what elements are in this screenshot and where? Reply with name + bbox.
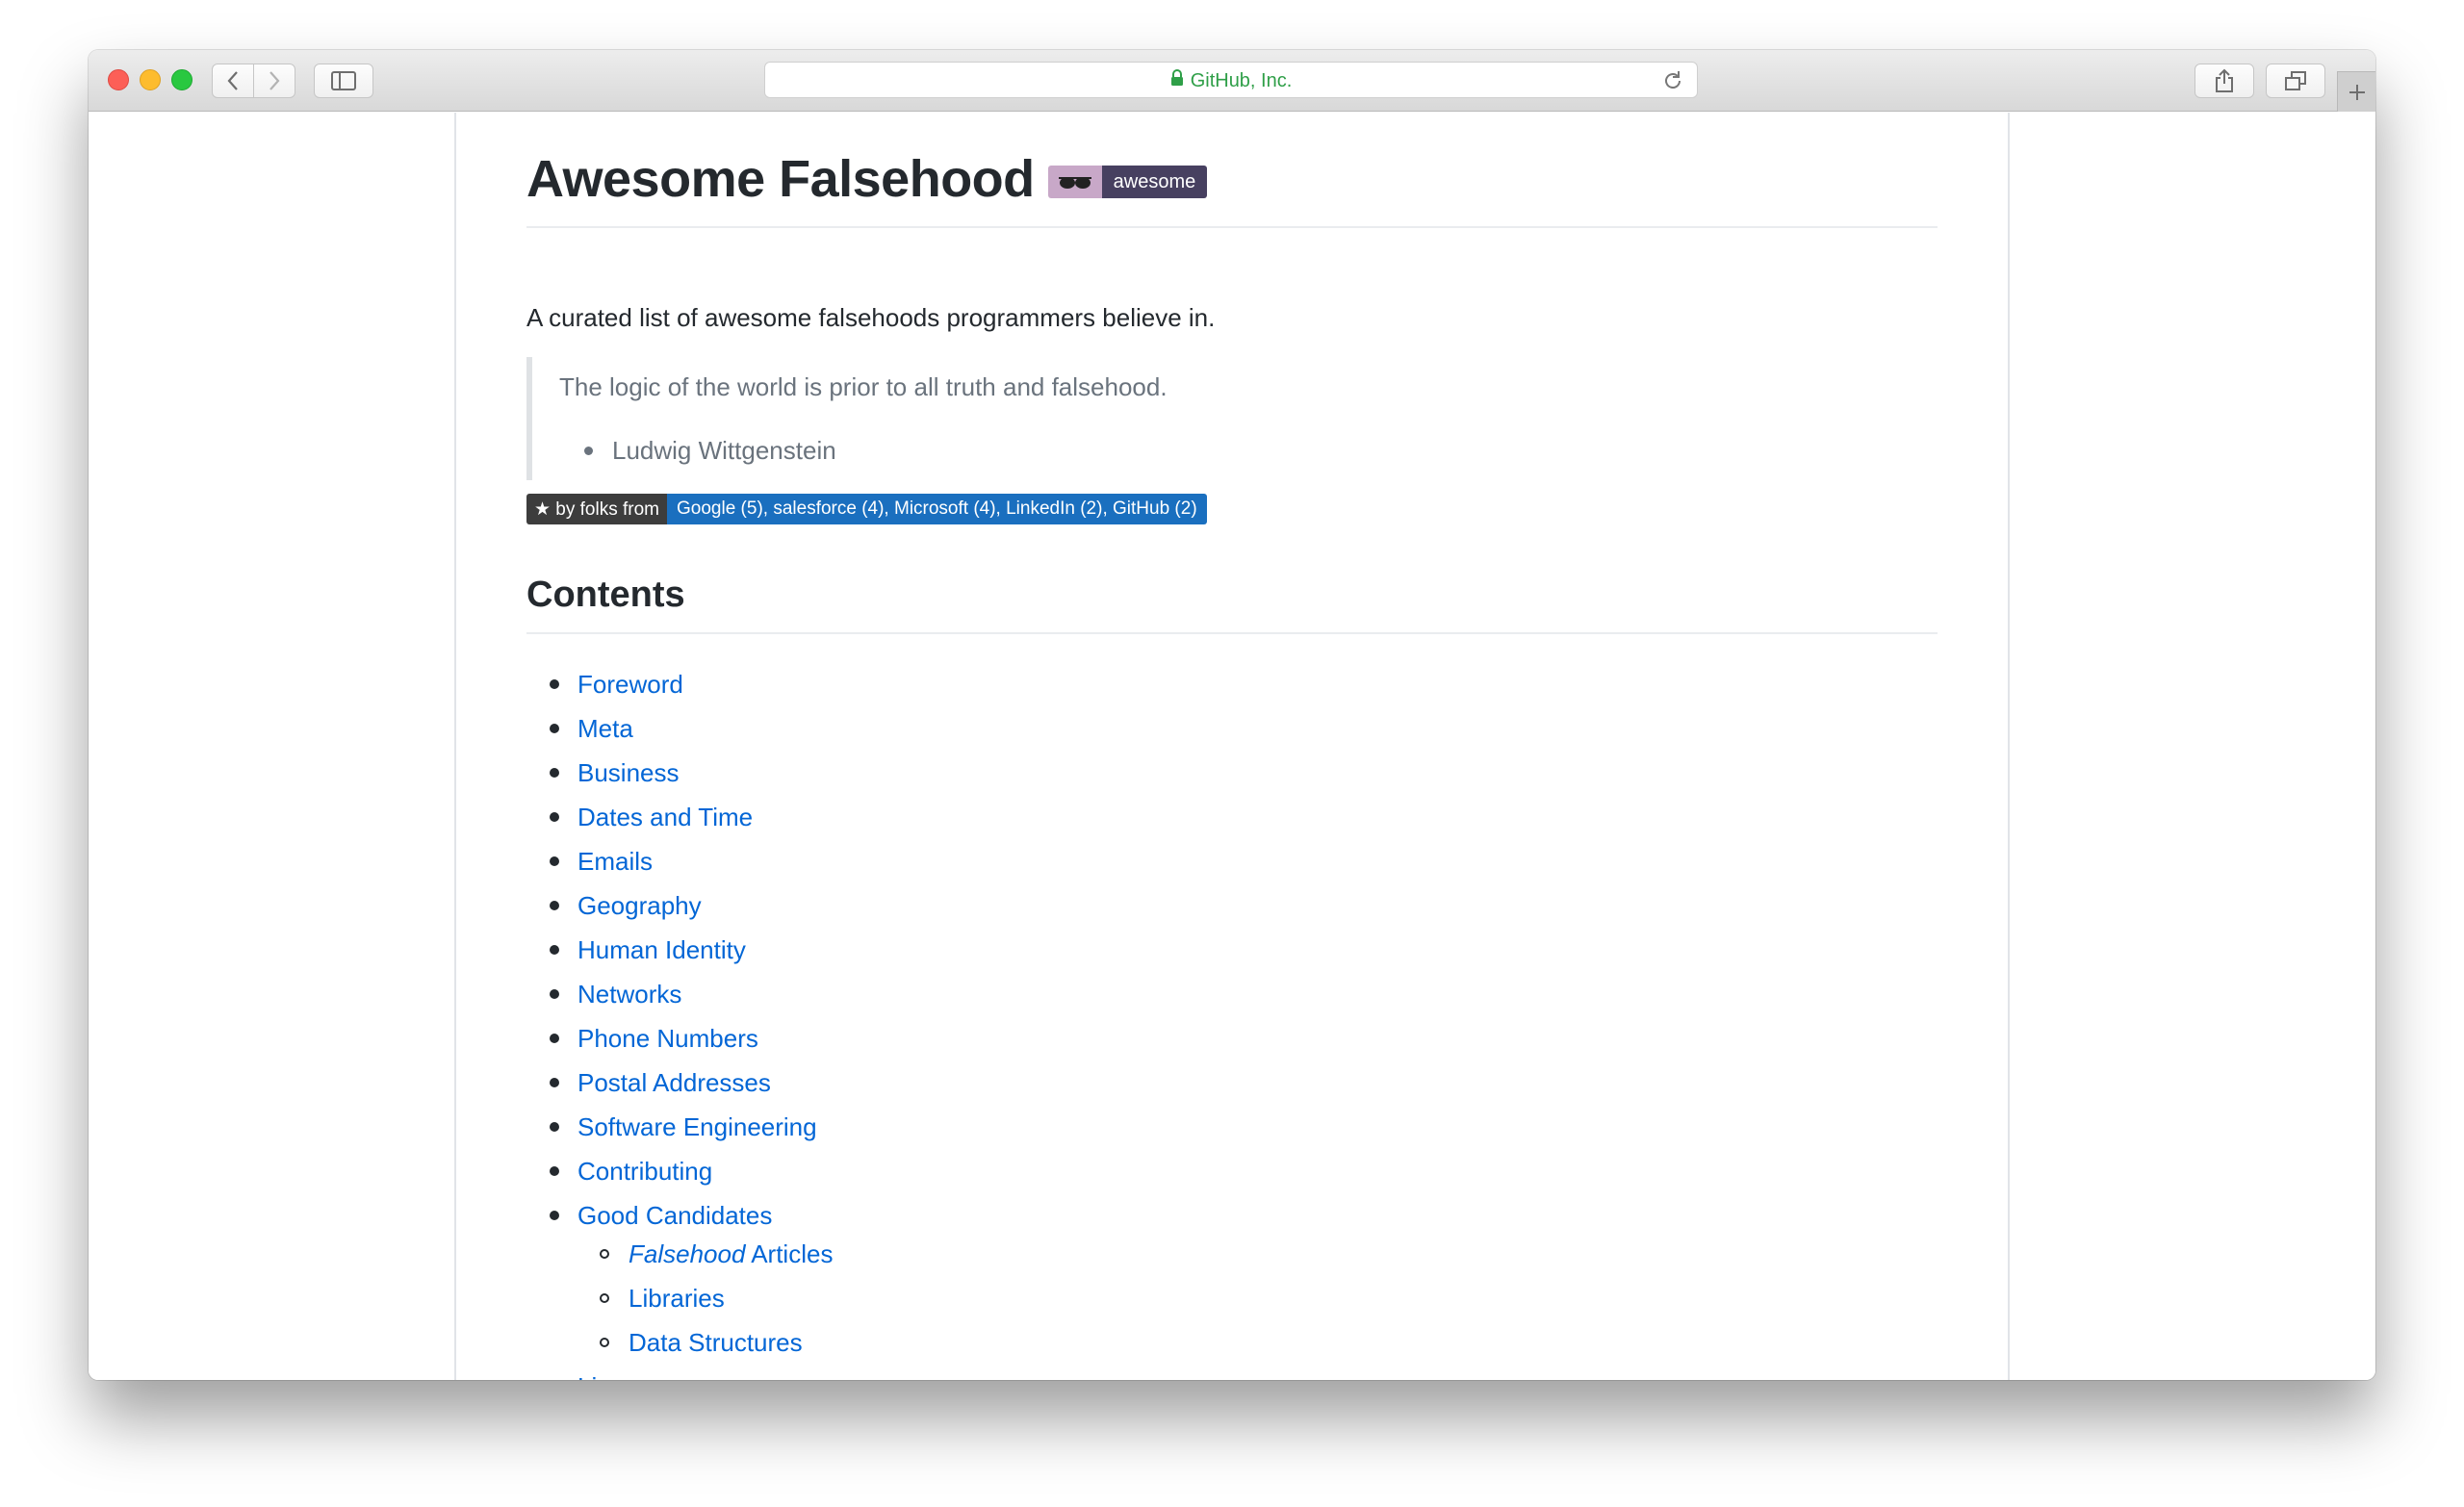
show-tabs-button[interactable]	[2266, 64, 2325, 98]
toc-link-contributing[interactable]: Contributing	[578, 1157, 712, 1187]
close-window-button[interactable]	[108, 69, 129, 90]
browser-window: GitHub, Inc. Awesome Falsehood awesome A…	[89, 50, 2375, 1380]
toc-link-business[interactable]: Business	[578, 758, 680, 788]
lock-icon	[1170, 69, 1184, 92]
toc-link-libraries[interactable]: Libraries	[629, 1284, 725, 1314]
quote-block: The logic of the world is prior to all t…	[526, 357, 1681, 480]
chevron-left-icon	[227, 71, 238, 90]
readme-article: Awesome Falsehood awesome A curated list…	[454, 113, 2010, 1380]
toc-link-falsehood-articles[interactable]: Falsehood Articles	[629, 1239, 833, 1269]
toc-link-emails[interactable]: Emails	[578, 847, 653, 877]
toc-link-falsehood-articles-rest: Articles	[745, 1239, 834, 1268]
reload-icon[interactable]	[1662, 70, 1683, 96]
toc-link-foreword[interactable]: Foreword	[578, 670, 683, 700]
toc-link-phone-numbers[interactable]: Phone Numbers	[578, 1024, 758, 1054]
folks-badge-label: ★ by folks from	[526, 494, 668, 524]
address-site: GitHub, Inc.	[765, 63, 1697, 99]
folks-badge[interactable]: ★ by folks from Google (5), salesforce (…	[526, 494, 1207, 524]
contents-heading: Contents	[526, 575, 685, 615]
toc-link-postal-addresses[interactable]: Postal Addresses	[578, 1068, 771, 1098]
address-text: GitHub, Inc.	[1190, 69, 1293, 91]
toc-link-license[interactable]: License	[578, 1372, 664, 1381]
quote-bullet	[584, 447, 593, 455]
forward-button[interactable]	[253, 64, 295, 98]
title-row: Awesome Falsehood awesome	[526, 149, 1208, 209]
description: A curated list of awesome falsehoods pro…	[526, 303, 1216, 332]
share-icon	[2216, 68, 2233, 92]
address-bar[interactable]: GitHub, Inc.	[764, 62, 1698, 98]
awesome-badge[interactable]: awesome	[1047, 166, 1208, 198]
zoom-window-button[interactable]	[171, 69, 192, 90]
tabs-overview-icon	[2285, 71, 2306, 90]
page-title: Awesome Falsehood	[526, 150, 1035, 208]
awesome-badge-label: awesome	[1101, 166, 1208, 198]
toc-link-dates-and-time[interactable]: Dates and Time	[578, 803, 753, 832]
folks-badge-value: Google (5), salesforce (4), Microsoft (4…	[667, 494, 1207, 524]
page-viewport: Awesome Falsehood awesome A curated list…	[89, 113, 2375, 1380]
share-button[interactable]	[2194, 64, 2254, 98]
back-button[interactable]	[212, 64, 254, 98]
minimize-window-button[interactable]	[140, 69, 161, 90]
chevron-right-icon	[270, 71, 280, 90]
toc-link-software-engineering[interactable]: Software Engineering	[578, 1112, 817, 1142]
sidebar-icon	[331, 71, 356, 90]
title-bar: GitHub, Inc.	[89, 50, 2375, 112]
toc-link-falsehood-articles-em: Falsehood	[629, 1239, 746, 1268]
contents-divider	[526, 632, 1938, 634]
toc-link-meta[interactable]: Meta	[578, 714, 633, 744]
toc-link-human-identity[interactable]: Human Identity	[578, 935, 746, 965]
show-sidebar-button[interactable]	[314, 64, 373, 98]
quote-author: Ludwig Wittgenstein	[584, 436, 836, 466]
plus-icon	[2348, 84, 2365, 100]
new-tab-button[interactable]	[2337, 71, 2375, 112]
toc-link-good-candidates[interactable]: Good Candidates	[578, 1201, 772, 1231]
toc-link-data-structures[interactable]: Data Structures	[629, 1328, 803, 1358]
toc-link-geography[interactable]: Geography	[578, 891, 702, 921]
sunglasses-icon	[1047, 166, 1102, 198]
quote-text: The logic of the world is prior to all t…	[559, 372, 1168, 401]
title-divider	[526, 226, 1938, 228]
quote-author-name: Ludwig Wittgenstein	[612, 436, 836, 465]
toc-link-networks[interactable]: Networks	[578, 980, 681, 1009]
